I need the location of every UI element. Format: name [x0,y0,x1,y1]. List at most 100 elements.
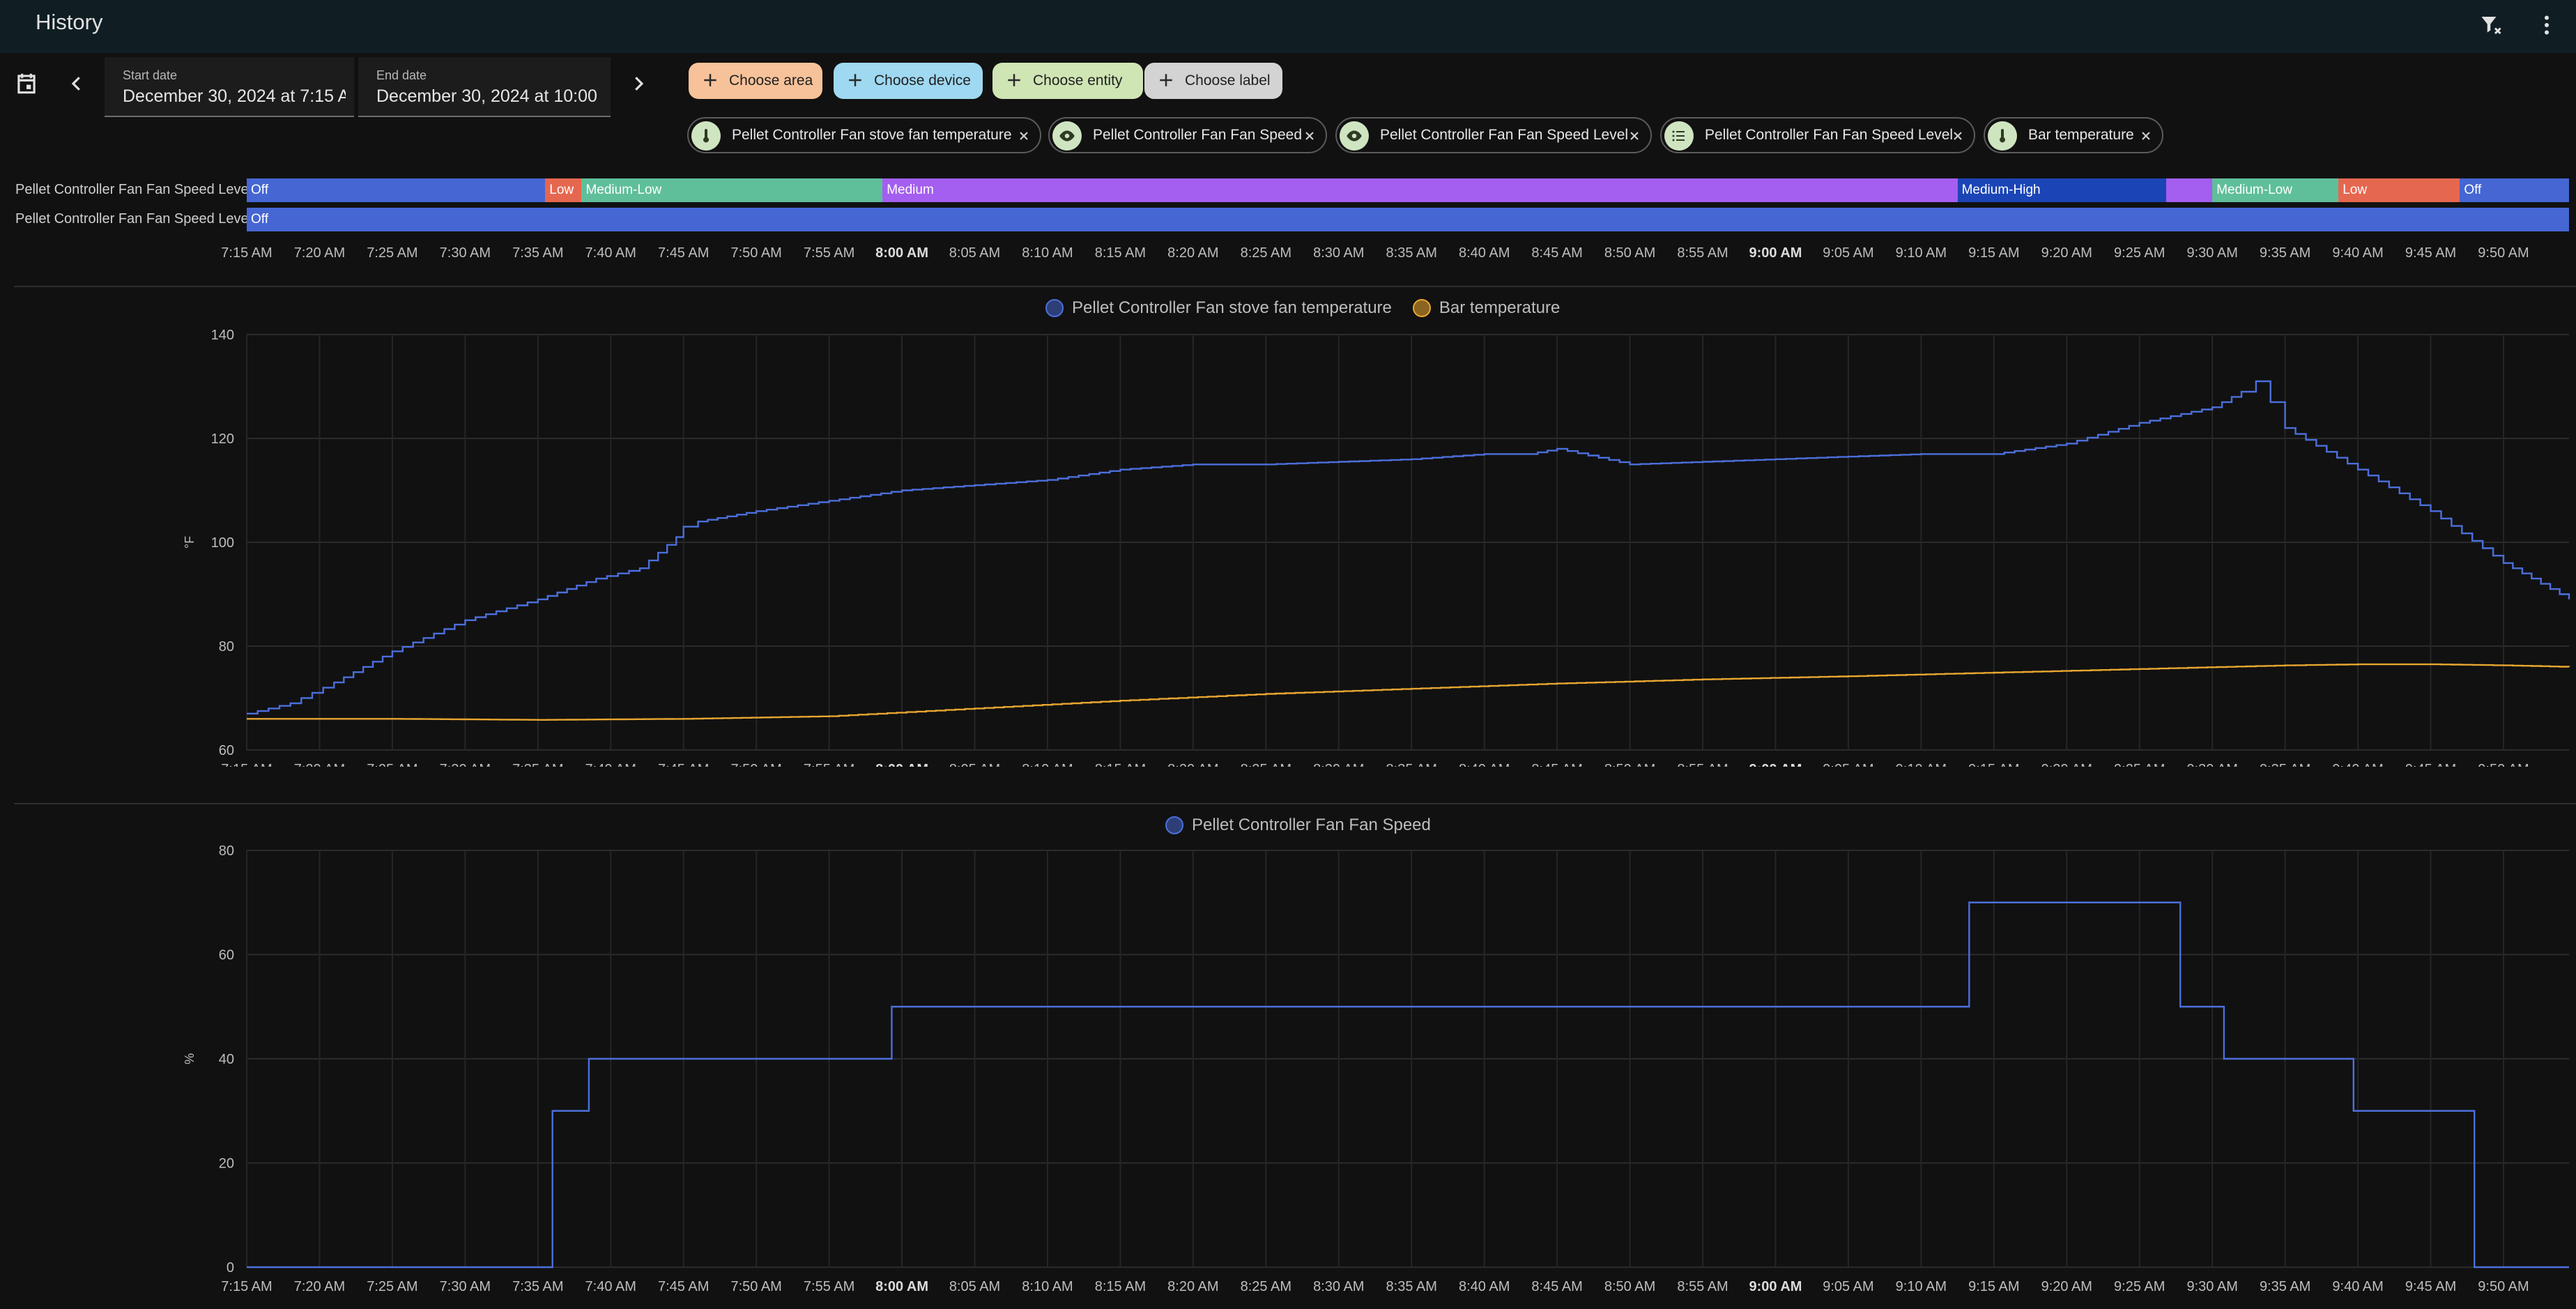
selected-entity-chip[interactable]: Pellet Controller Fan Fan Speed [1048,117,1327,153]
time-tick-label: 7:30 AM [439,245,491,261]
list-icon [1664,121,1694,151]
section-divider [14,803,2576,804]
timeline-segment[interactable]: Medium-Low [581,178,883,202]
x-tick-label: 8:55 AM [1677,762,1728,767]
x-tick-label: 7:30 AM [440,762,491,767]
timeline-segment[interactable] [2166,178,2213,202]
legend-item[interactable]: Bar temperature [1412,298,1561,318]
target-picker-label: Choose area [729,72,813,89]
plus-icon [1008,74,1020,86]
x-tick-label: 7:55 AM [804,1279,854,1294]
target-picker-chip[interactable]: Choose device [834,63,983,99]
x-tick-label: 9:35 AM [2260,762,2310,767]
x-tick-label: 9:05 AM [1823,1279,1873,1294]
remove-entity-button[interactable] [1625,127,1643,145]
timeline-segment[interactable]: Medium [882,178,1958,202]
plus-icon [849,74,861,86]
x-tick-label: 9:15 AM [1968,1279,2019,1294]
series-line [247,901,2569,1269]
more-options-button[interactable] [2527,6,2566,45]
x-tick-label: 7:35 AM [512,762,563,767]
timeline-segment[interactable]: Medium-High [1957,178,2167,202]
x-tick-label: 9:30 AM [2186,762,2237,767]
dots-vertical-icon [2545,15,2549,35]
previous-range-button[interactable] [57,64,96,103]
x-tick-label: 8:35 AM [1386,762,1437,767]
thermometer-icon [1988,121,2017,151]
legend-item[interactable]: Pellet Controller Fan stove fan temperat… [1045,298,1392,318]
time-tick-label: 9:45 AM [2405,245,2457,261]
timeline-segment[interactable]: Low [545,178,582,202]
entity-chip-label: Pellet Controller Fan Fan Speed Level [1380,127,1629,143]
time-tick-label: 8:20 AM [1167,245,1219,261]
time-tick-label: 9:00 AM [1749,245,1802,261]
target-picker-label: Choose device [874,72,971,89]
x-tick-label: 8:10 AM [1022,762,1073,767]
close-icon [1630,132,1639,140]
x-tick-label: 8:50 AM [1604,1279,1655,1294]
end-date-label: End date [376,68,427,82]
legend-label: Bar temperature [1439,298,1561,317]
remove-entity-button[interactable] [1015,127,1033,145]
x-tick-label: 8:55 AM [1677,1279,1728,1294]
y-tick-label: 120 [211,431,234,447]
target-picker-chip[interactable]: Choose entity [992,63,1143,99]
time-tick-label: 7:50 AM [730,245,782,261]
time-tick-label: 9:10 AM [1895,245,1947,261]
chevron-left-icon [71,77,80,91]
timeline-segment[interactable]: Low [2338,178,2460,202]
calendar-button[interactable] [7,64,46,103]
timeline-segment[interactable]: Off [247,208,2569,231]
remove-entity-button[interactable] [1301,127,1319,145]
y-tick-label: 0 [227,1260,234,1276]
entity-chip-label: Pellet Controller Fan Fan Speed Level [1705,127,1954,143]
y-tick-label: 60 [219,948,234,963]
time-tick-label: 7:35 AM [512,245,564,261]
entity-chip-label: Pellet Controller Fan Fan Speed [1093,127,1302,143]
selected-entity-chip[interactable]: Bar temperature [1984,117,2163,153]
next-range-button[interactable] [619,64,658,103]
selected-entity-chip[interactable]: Pellet Controller Fan Fan Speed Level [1660,117,1975,153]
time-tick-label: 9:20 AM [2041,245,2092,261]
legend-label: Pellet Controller Fan Fan Speed [1192,816,1431,834]
time-tick-label: 8:10 AM [1022,245,1073,261]
remove-entity-button[interactable] [2137,127,2155,145]
plus-icon [1160,74,1172,86]
time-tick-label: 8:05 AM [949,245,1001,261]
time-tick-label: 8:55 AM [1677,245,1728,261]
x-tick-label: 9:15 AM [1968,762,2019,767]
x-tick-label: 8:50 AM [1604,762,1655,767]
x-tick-label: 8:20 AM [1167,1279,1218,1294]
end-date-field[interactable]: End date December 30, 2024 at 10:00 AM [358,57,611,117]
app-header: History [0,0,2576,53]
x-tick-label: 8:45 AM [1531,1279,1582,1294]
legend-item[interactable]: Pellet Controller Fan Fan Speed [1165,816,1431,835]
start-date-field[interactable]: Start date December 30, 2024 at 7:15 AM [105,57,354,117]
x-tick-label: 8:05 AM [949,1279,1000,1294]
remove-entity-button[interactable] [1949,127,1967,145]
timeline-segment[interactable]: Medium-Low [2212,178,2339,202]
clear-filter-button[interactable] [2471,6,2510,45]
target-picker-chip[interactable]: Choose label [1144,63,1282,99]
target-picker-chip[interactable]: Choose area [689,63,822,99]
selected-entity-chip[interactable]: Pellet Controller Fan Fan Speed Level [1335,117,1652,153]
selected-entity-chip[interactable]: Pellet Controller Fan stove fan temperat… [687,117,1041,153]
x-tick-label: 7:20 AM [294,762,345,767]
time-tick-label: 9:40 AM [2332,245,2384,261]
eye-icon [1052,121,1082,151]
fan-speed-chart-legend: Pellet Controller Fan Fan Speed [1165,816,1452,835]
x-tick-label: 9:10 AM [1896,1279,1947,1294]
time-tick-label: 9:05 AM [1823,245,1874,261]
time-tick-label: 8:00 AM [875,245,929,261]
close-icon [1954,132,1962,140]
timeline-segment[interactable]: Off [247,178,546,202]
time-tick-label: 9:30 AM [2186,245,2238,261]
x-tick-label: 7:15 AM [221,762,272,767]
timeline-segment[interactable]: Off [2460,178,2569,202]
timeline-bar: Off Low Medium-Low Medium Medium-High Medium-… [0,178,2576,202]
temperature-chart-legend: Pellet Controller Fan stove fan temperat… [1045,298,1581,318]
x-tick-label: 8:05 AM [949,762,1000,767]
y-tick-label: 20 [219,1156,234,1172]
x-tick-label: 9:40 AM [2332,762,2383,767]
x-tick-label: 9:25 AM [2114,762,2165,767]
